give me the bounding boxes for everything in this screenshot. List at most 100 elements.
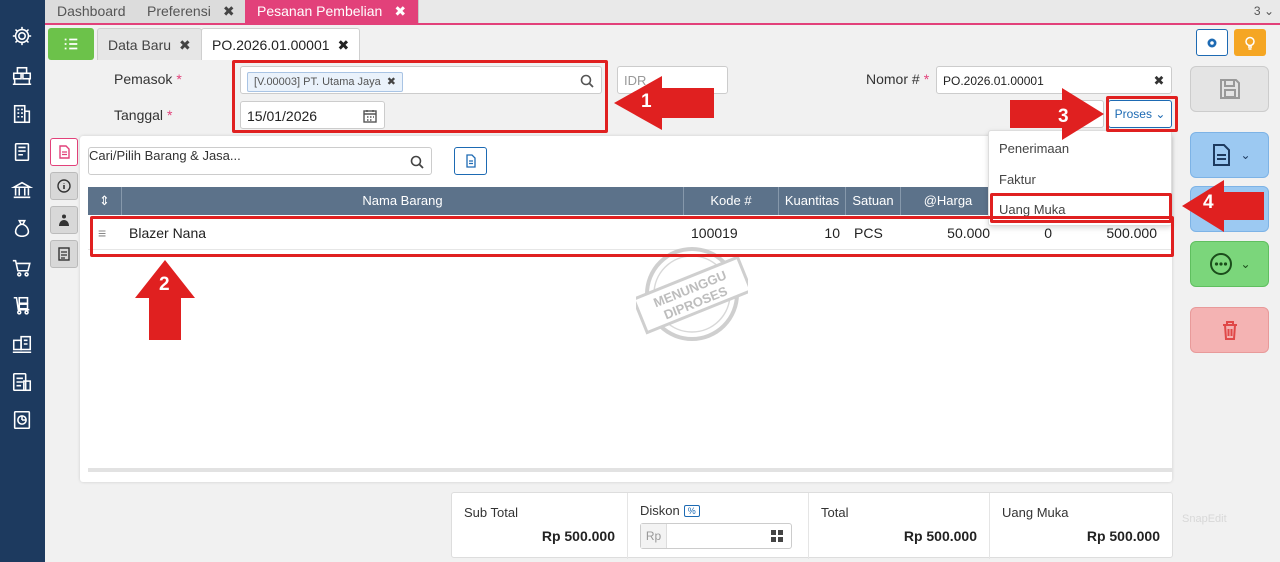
tab-attachment[interactable] [50, 240, 78, 268]
number-label: Nomor # * [866, 71, 929, 87]
annotation-arrow-4 [1182, 180, 1264, 232]
discount-label: Diskon% [640, 503, 700, 518]
annotation-box-3 [1106, 96, 1178, 132]
lightbulb-icon [1245, 36, 1255, 50]
currency-prefix: Rp [641, 524, 667, 548]
calculator-icon[interactable] [769, 528, 785, 544]
close-icon[interactable]: ✖ [223, 3, 235, 19]
cart-icon[interactable] [10, 256, 34, 280]
close-icon[interactable]: ✖ [338, 37, 350, 53]
date-label-text: Tanggal [114, 107, 164, 123]
watermark: SnapEdit [1182, 513, 1227, 525]
col-satuan[interactable]: Satuan [846, 187, 901, 215]
close-icon[interactable]: ✖ [179, 37, 191, 53]
subtotal-value: Rp 500.000 [541, 528, 615, 544]
tab-po-number[interactable]: PO.2026.01.00001 ✖ [201, 28, 361, 60]
book-icon[interactable] [10, 140, 34, 164]
annotation-box-4 [990, 193, 1172, 223]
tab-count[interactable]: 3 ⌄ [1254, 4, 1274, 18]
delete-button[interactable] [1190, 307, 1269, 353]
tab-count-label: 3 [1253, 4, 1261, 18]
warehouse-icon[interactable] [10, 332, 34, 356]
menu-item-faktur[interactable]: Faktur [999, 172, 1036, 187]
col-kode[interactable]: Kode # [684, 187, 779, 215]
subtotal-cell: Sub Total Rp 500.000 [452, 493, 628, 559]
percent-toggle[interactable]: % [683, 505, 700, 517]
discount-label-text: Diskon [640, 503, 680, 518]
tab-data-baru[interactable]: Data Baru ✖ [97, 28, 202, 60]
annotation-number-1: 1 [641, 91, 652, 112]
search-icon[interactable] [409, 154, 425, 170]
supplier-label: Pemasok * [114, 71, 182, 87]
save-button[interactable] [1190, 66, 1269, 112]
settings-button[interactable] [1196, 29, 1228, 56]
search-placeholder: Cari/Pilih Barang & Jasa... [89, 148, 241, 163]
gear-icon[interactable] [10, 24, 34, 48]
col-nama-barang[interactable]: Nama Barang [122, 187, 684, 215]
chevron-down-icon: ⌄ [1240, 257, 1251, 271]
tab-info[interactable] [50, 172, 78, 200]
annotation-arrow-3 [1010, 88, 1104, 140]
number-label-text: Nomor # [866, 71, 920, 87]
item-search-input[interactable]: Cari/Pilih Barang & Jasa... [88, 147, 432, 175]
document-button[interactable] [454, 147, 487, 175]
gear-icon [1207, 38, 1217, 47]
annotation-arrow-2 [135, 260, 195, 340]
top-tab-bar: Dashboard Preferensi ✖ Pesanan Pembelian ✖… [45, 0, 1280, 25]
trash-icon [1222, 321, 1237, 340]
tab-items[interactable] [50, 138, 78, 166]
tab-label: Data Baru [108, 37, 172, 53]
discount-input[interactable]: Rp [640, 523, 792, 549]
annotation-number-4: 4 [1203, 192, 1214, 213]
chevron-down-icon: ⌄ [1240, 148, 1251, 162]
menu-item-penerimaan[interactable]: Penerimaan [999, 141, 1069, 156]
stacked-boxes-icon[interactable] [10, 64, 34, 88]
horizontal-scrollbar[interactable] [88, 468, 1172, 472]
money-bag-icon[interactable] [10, 216, 34, 240]
tab-preferensi[interactable]: Preferensi ✖ [135, 0, 248, 23]
sort-icon[interactable]: ⇕ [88, 187, 122, 215]
annotation-number-2: 2 [159, 274, 170, 295]
tips-button[interactable] [1234, 29, 1266, 56]
tab-payment[interactable] [50, 206, 78, 234]
tab-label: PO.2026.01.00001 [212, 37, 330, 53]
subtotal-label: Sub Total [464, 505, 518, 520]
printer-icon [58, 247, 70, 261]
building-icon[interactable] [10, 102, 34, 126]
close-icon[interactable]: ✖ [394, 3, 406, 19]
down-payment-label: Uang Muka [1002, 505, 1069, 520]
money-bag-icon [59, 214, 69, 226]
more-actions-button[interactable]: ⌄ [1190, 241, 1269, 287]
total-value: Rp 500.000 [903, 528, 977, 544]
document-icon [465, 154, 476, 168]
tab-label: Preferensi [147, 3, 211, 19]
annotation-box-1 [232, 60, 608, 133]
discount-cell: Diskon% Rp [628, 493, 809, 559]
col-kuantitas[interactable]: Kuantitas [779, 187, 846, 215]
col-harga[interactable]: @Harga [901, 187, 996, 215]
down-payment-value: Rp 500.000 [1086, 528, 1160, 544]
tax-report-icon[interactable] [10, 370, 34, 394]
tab-dashboard[interactable]: Dashboard [45, 0, 139, 23]
cart-stack-icon[interactable] [10, 294, 34, 318]
supplier-label-text: Pemasok [114, 71, 173, 87]
total-cell: Total Rp 500.000 [809, 493, 990, 559]
list-view-button[interactable] [48, 28, 94, 60]
date-label: Tanggal * [114, 107, 173, 123]
clear-icon[interactable]: ✖ [1151, 73, 1167, 89]
total-label: Total [821, 505, 849, 520]
annotation-arrow-1 [614, 76, 714, 130]
tab-pesanan-pembelian[interactable]: Pesanan Pembelian ✖ [245, 0, 420, 23]
document-icon [59, 145, 70, 159]
tab-label: Dashboard [57, 3, 126, 19]
print-menu-button[interactable]: ⌄ [1190, 132, 1269, 178]
list-icon [64, 38, 78, 50]
document-icon [1213, 144, 1231, 166]
bank-icon[interactable] [10, 178, 34, 202]
required-mark: * [176, 71, 182, 87]
annotation-number-3: 3 [1058, 106, 1069, 127]
report-chart-icon[interactable] [10, 408, 34, 432]
required-mark: * [923, 71, 930, 87]
tab-label: Pesanan Pembelian [257, 3, 383, 19]
totals-panel: Sub Total Rp 500.000 Diskon% Rp Total Rp… [451, 492, 1173, 559]
